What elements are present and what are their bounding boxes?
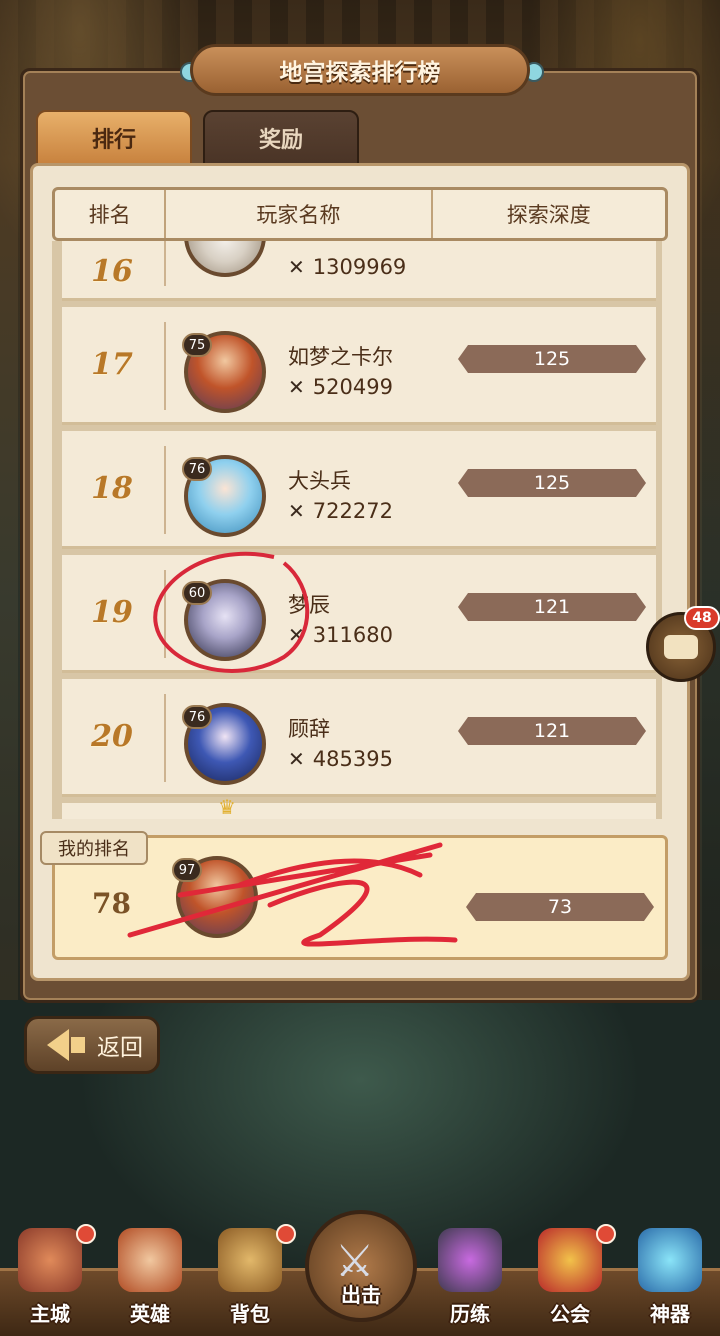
depth-bar: 121	[458, 593, 646, 621]
chat-icon	[664, 635, 698, 659]
player-avatar[interactable]	[184, 241, 266, 277]
combat-power-value: 485395	[312, 747, 393, 771]
player-name: 顾辞	[288, 717, 330, 741]
player-name: 大头兵	[288, 469, 351, 493]
notification-dot	[596, 1224, 616, 1244]
crossed-swords-icon: ✕	[288, 499, 305, 523]
nav-label: 神器	[650, 1302, 690, 1326]
combat-power-value: 722272	[312, 499, 393, 523]
nav-label: 主城	[30, 1302, 70, 1326]
back-label: 返回	[97, 1035, 143, 1061]
chat-unread-badge: 48	[684, 606, 720, 630]
nav-item-attack[interactable]: ⚔ 出击	[305, 1210, 417, 1322]
row-divider	[164, 241, 166, 286]
table-row[interactable]: 19 60 梦辰 ✕ 311680 121	[62, 551, 656, 673]
backpack-icon	[218, 1228, 282, 1292]
red-circle-annotation	[153, 551, 310, 673]
my-ranking-label: 我的排名	[40, 831, 148, 865]
table-row[interactable]: 20 76 顾辞 ✕ 485395 121	[62, 679, 656, 797]
crown-icon: ♛	[218, 795, 236, 819]
combat-power-value: 520499	[312, 375, 393, 399]
combat-power: ✕ 485395	[288, 747, 393, 771]
hero-icon	[118, 1228, 182, 1292]
nav-label: 背包	[230, 1302, 270, 1326]
depth-bar: 125	[458, 345, 646, 373]
column-header-rank: 排名	[88, 203, 131, 227]
nav-label: 出击	[341, 1283, 381, 1307]
crossed-swords-icon: ✕	[288, 747, 305, 771]
tab-rewards[interactable]: 奖励	[203, 110, 359, 166]
combat-power-value: 1309969	[312, 255, 407, 279]
level-badge: 76	[182, 705, 212, 729]
column-header-player-name: 玩家名称	[164, 190, 430, 238]
my-depth-bar: 73	[466, 893, 654, 921]
nav-label: 公会	[550, 1302, 590, 1326]
nav-item-main-city[interactable]: 主城	[0, 1210, 100, 1333]
row-divider	[164, 694, 166, 782]
nav-item-heroes[interactable]: 英雄	[100, 1210, 200, 1333]
rank-number: 18	[91, 471, 133, 506]
crossed-swords-icon: ✕	[288, 375, 305, 399]
my-level-badge: 97	[172, 858, 202, 882]
bottom-navigation: 主城 英雄 背包 ⚔ 出击 历练 公会 神器	[0, 1210, 720, 1336]
combat-power: ✕ 1309969	[288, 255, 406, 279]
notification-dot	[76, 1224, 96, 1244]
crossed-swords-icon: ✕	[288, 255, 305, 279]
back-arrow-icon	[47, 1029, 69, 1061]
nav-label: 历练	[450, 1302, 490, 1326]
ranking-list[interactable]: 16 ✕ 1309969 17 75 如梦之卡尔 ✕ 520499 125 18…	[52, 241, 662, 819]
nav-item-trials[interactable]: 历练	[420, 1210, 520, 1333]
row-divider	[164, 322, 166, 410]
back-arrow-tail	[71, 1037, 85, 1053]
table-row[interactable]: 17 75 如梦之卡尔 ✕ 520499 125	[62, 307, 656, 425]
page-title: 地宫探索排行榜	[190, 44, 530, 96]
depth-bar: 125	[458, 469, 646, 497]
back-button[interactable]: 返回	[24, 1016, 160, 1074]
combat-power: ✕ 520499	[288, 375, 393, 399]
depth-bar: 121	[458, 717, 646, 745]
combat-power-value: 311680	[312, 623, 393, 647]
combat-power: ✕ 722272	[288, 499, 393, 523]
table-row[interactable]: ♛	[62, 795, 656, 819]
table-header: 排名 玩家名称 探索深度	[52, 187, 668, 241]
nav-item-backpack[interactable]: 背包	[200, 1210, 300, 1333]
player-name: 如梦之卡尔	[288, 345, 393, 369]
trial-gate-icon	[438, 1228, 502, 1292]
table-row[interactable]: 18 76 大头兵 ✕ 722272 125	[62, 431, 656, 549]
guild-shield-icon	[538, 1228, 602, 1292]
nav-label: 英雄	[130, 1302, 170, 1326]
tab-ranking[interactable]: 排行	[36, 110, 192, 166]
row-divider	[164, 446, 166, 534]
column-header-explore-depth: 探索深度	[430, 190, 665, 238]
level-badge: 76	[182, 457, 212, 481]
rank-number: 17	[91, 347, 133, 382]
artifact-crystal-icon	[638, 1228, 702, 1292]
nav-item-guild[interactable]: 公会	[520, 1210, 620, 1333]
castle-icon	[18, 1228, 82, 1292]
my-rank-number: 78	[92, 887, 131, 920]
level-badge: 75	[182, 333, 212, 357]
notification-dot	[276, 1224, 296, 1244]
nav-item-artifact[interactable]: 神器	[620, 1210, 720, 1333]
table-row[interactable]: 16 ✕ 1309969	[62, 241, 656, 301]
rank-number: 20	[91, 719, 133, 754]
rank-number: 16	[91, 253, 133, 289]
